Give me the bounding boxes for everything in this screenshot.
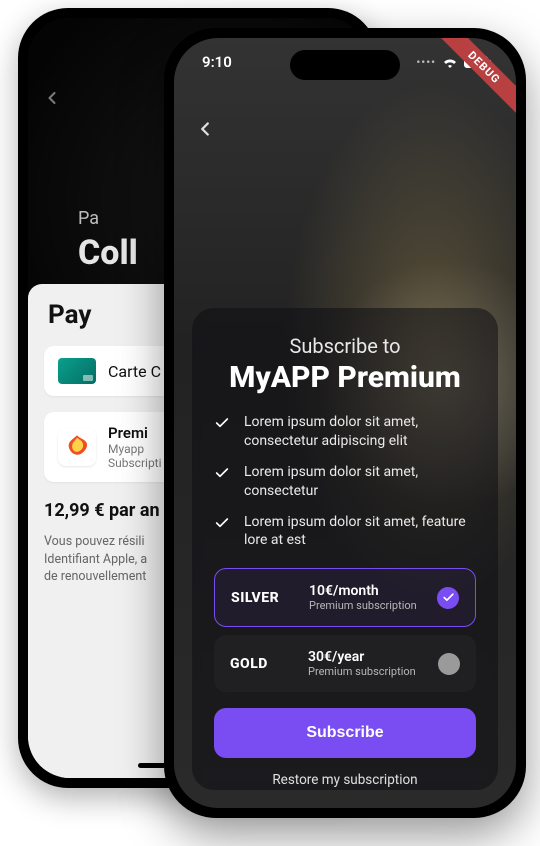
foreground-phone-screen: 9:10 •••• DEBUG Subscribe to MyAPP Premi… [174,38,516,808]
back-subtitle: Pa [78,208,99,229]
dynamic-island [290,50,400,80]
restore-link[interactable]: Restore my subscription [214,772,476,788]
plan-price: 30€/year [308,649,424,665]
feature-text: Lorem ipsum dolor sit amet, consectetur [244,463,476,501]
plan-tier-label: GOLD [230,656,294,672]
plan-list: SILVER 10€/month Premium subscription GO… [214,568,476,692]
wifi-icon [442,56,458,68]
feature-item: Lorem ipsum dolor sit amet, feature lore… [214,513,476,551]
plan-tier-label: SILVER [231,590,295,606]
radio-checked-icon [437,587,459,609]
plan-option-silver[interactable]: SILVER 10€/month Premium subscription [214,568,476,627]
subscribe-button[interactable]: Subscribe [214,708,476,758]
plan-sublabel: Premium subscription [308,665,424,678]
plan-option-gold[interactable]: GOLD 30€/year Premium subscription [214,635,476,692]
paywall-subtitle: Subscribe to [214,334,476,358]
paywall-panel: Subscribe to MyAPP Premium Lorem ipsum d… [192,308,498,790]
cellular-icon: •••• [416,56,436,69]
product-app: Myapp [108,442,162,456]
battery-icon [464,56,488,68]
app-icon [58,428,96,466]
foreground-phone-frame: 9:10 •••• DEBUG Subscribe to MyAPP Premi… [164,28,526,818]
check-icon [214,465,230,481]
feature-list: Lorem ipsum dolor sit amet, consectetur … [214,413,476,550]
apple-pay-text: Pay [48,300,91,330]
product-sub: Subscripti [108,456,162,470]
feature-text: Lorem ipsum dolor sit amet, feature lore… [244,513,476,551]
check-icon [214,415,230,431]
back-chevron-icon[interactable] [42,88,62,114]
payment-card-label: Carte C [108,362,161,381]
credit-card-icon [58,358,96,384]
plan-price: 10€/month [309,583,423,599]
back-title: Coll [78,233,138,273]
back-button[interactable] [194,118,216,146]
product-name: Premi [108,424,162,442]
check-icon [214,515,230,531]
status-time: 9:10 [202,53,232,71]
radio-unchecked-icon [438,653,460,675]
plan-sublabel: Premium subscription [309,599,423,612]
feature-item: Lorem ipsum dolor sit amet, consectetur [214,463,476,501]
feature-text: Lorem ipsum dolor sit amet, consectetur … [244,413,476,451]
paywall-title: MyAPP Premium [214,360,476,395]
feature-item: Lorem ipsum dolor sit amet, consectetur … [214,413,476,451]
